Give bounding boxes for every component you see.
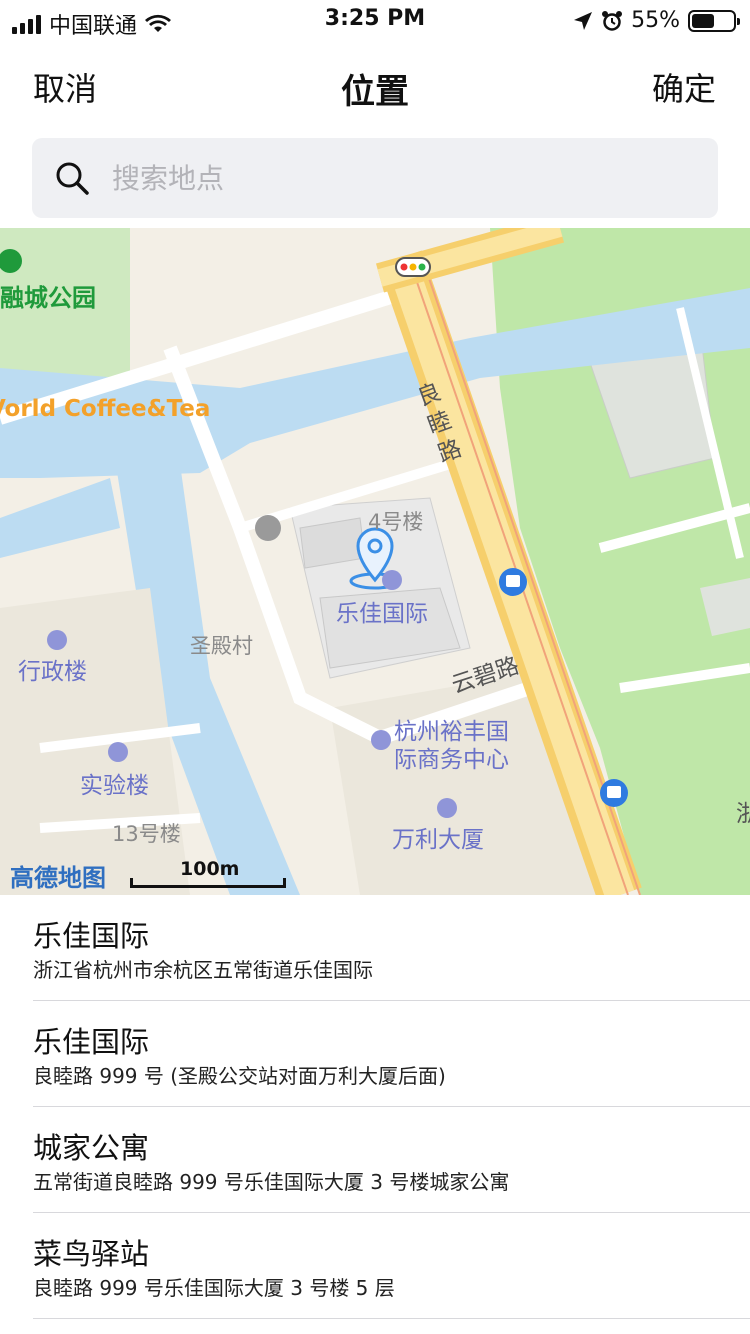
confirm-button[interactable]: 确定 xyxy=(652,64,716,110)
search-input[interactable] xyxy=(112,152,692,204)
list-item[interactable]: 菜鸟驿站 良睦路 999 号乐佳国际大厦 3 号楼 5 层 xyxy=(33,1213,750,1319)
alarm-icon xyxy=(602,10,623,31)
map-scale-label: 100m xyxy=(180,858,240,880)
battery-percent: 55% xyxy=(631,8,680,33)
map-label-shengdian[interactable]: 圣殿村 xyxy=(190,630,253,660)
map-label-admin-building[interactable]: 行政楼 xyxy=(18,652,87,686)
map-label-lejia[interactable]: 乐佳国际 xyxy=(336,594,428,628)
list-item[interactable]: 城家公寓 五常街道良睦路 999 号乐佳国际大厦 3 号楼城家公寓 xyxy=(33,1107,750,1213)
list-item-title: 城家公寓 xyxy=(33,1131,150,1165)
list-item-title: 乐佳国际 xyxy=(33,919,150,953)
map-label-lab-building[interactable]: 实验楼 xyxy=(80,766,149,800)
search-bar[interactable] xyxy=(32,138,718,218)
map-label-building4[interactable]: 4号楼 xyxy=(368,506,423,536)
page-title: 位置 xyxy=(341,72,409,112)
map-label-park[interactable]: 融城公园 xyxy=(0,278,96,313)
status-bar: 中国联通 3:25 PM 55% xyxy=(0,0,750,42)
list-item-address: 五常街道良睦路 999 号乐佳国际大厦 3 号楼城家公寓 xyxy=(33,1170,510,1194)
list-item[interactable]: 乐佳国际 良睦路 999 号 (圣殿公交站对面万利大厦后面) xyxy=(33,1001,750,1107)
list-item-address: 良睦路 999 号乐佳国际大厦 3 号楼 5 层 xyxy=(33,1276,395,1300)
result-list: 乐佳国际 浙江省杭州市余杭区五常街道乐佳国际 乐佳国际 良睦路 999 号 (圣… xyxy=(0,895,750,1319)
list-item-title: 乐佳国际 xyxy=(33,1025,150,1059)
list-item-address: 浙江省杭州市余杭区五常街道乐佳国际 xyxy=(33,958,373,982)
map-label-coffee[interactable]: Vorld Coffee&Tea xyxy=(0,396,210,422)
map-label-wanli[interactable]: 万利大厦 xyxy=(392,820,484,854)
map-label-building13[interactable]: 13号楼 xyxy=(112,818,181,848)
map-logo: 高德地图 xyxy=(10,864,106,892)
list-item[interactable]: 乐佳国际 浙江省杭州市余杭区五常街道乐佳国际 xyxy=(33,895,750,1001)
list-item-title: 菜鸟驿站 xyxy=(33,1237,150,1271)
status-right: 55% xyxy=(573,8,740,33)
battery-fill xyxy=(692,13,714,28)
map-scale: 100m xyxy=(130,858,286,888)
nav-bar: 取消 位置 确定 xyxy=(0,48,750,120)
map-label-yufeng-2[interactable]: 际商务中心 xyxy=(394,740,509,774)
map-view[interactable]: 融城公园 Vorld Coffee&Tea 良睦路 4号楼 乐佳国际 圣殿村 行… xyxy=(0,228,750,895)
location-arrow-icon xyxy=(574,11,593,30)
map-scale-bar xyxy=(130,878,286,888)
list-item-address: 良睦路 999 号 (圣殿公交站对面万利大厦后面) xyxy=(33,1064,446,1088)
battery-icon xyxy=(688,9,740,32)
map-label-edge: 浙 xyxy=(736,801,750,827)
search-icon xyxy=(56,162,89,195)
